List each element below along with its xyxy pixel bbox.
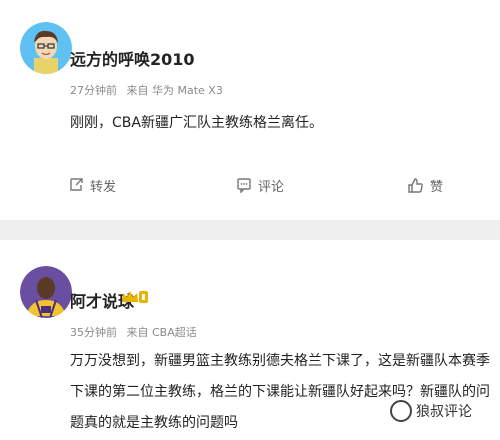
comment-label: 评论 xyxy=(258,179,285,195)
watermark-text: 狼叔评论 xyxy=(416,404,472,420)
post-meta: 35分钟前 来自 CBA超话 xyxy=(70,324,203,340)
repost-label: 转发 xyxy=(90,179,117,195)
cartoon-avatar-icon xyxy=(20,22,72,74)
username[interactable]: 远方的呼唤2010 xyxy=(70,46,195,70)
watermark-logo-icon xyxy=(390,400,412,422)
basketball-player-avatar-icon xyxy=(20,266,72,318)
post-text: 万万没想到，新疆男篮主教练别德夫格兰下课了，这是新疆队本赛季下课的第二位主教练，… xyxy=(70,353,490,431)
repost-icon xyxy=(70,178,83,191)
post-source: 来自 CBA超话 xyxy=(126,326,197,339)
post-time: 35分钟前 xyxy=(70,326,117,339)
comment-icon xyxy=(237,178,251,193)
post-card: 远方的呼唤2010 27分钟前 来自 华为 Mate X3 刚刚，CBA新疆广汇… xyxy=(0,0,500,220)
comment-button[interactable]: 评论 xyxy=(236,168,284,202)
post-time: 27分钟前 xyxy=(70,84,117,97)
post-text: 刚刚，CBA新疆广汇队主教练格兰离任。 xyxy=(70,115,323,131)
avatar[interactable] xyxy=(20,22,72,74)
post-meta: 27分钟前 来自 华为 Mate X3 xyxy=(70,82,229,98)
repost-button[interactable]: 转发 xyxy=(68,168,116,202)
post-source: 来自 华为 Mate X3 xyxy=(126,84,223,97)
avatar[interactable] xyxy=(20,266,72,318)
thumbs-up-icon xyxy=(408,177,423,193)
verified-badge-icon xyxy=(120,288,150,306)
like-button[interactable]: 赞 xyxy=(407,168,443,202)
like-label: 赞 xyxy=(430,179,444,195)
watermark: 狼叔评论 xyxy=(390,400,472,422)
crown-badge-icon xyxy=(122,291,148,303)
action-bar: 转发 评论 赞 xyxy=(0,168,500,202)
